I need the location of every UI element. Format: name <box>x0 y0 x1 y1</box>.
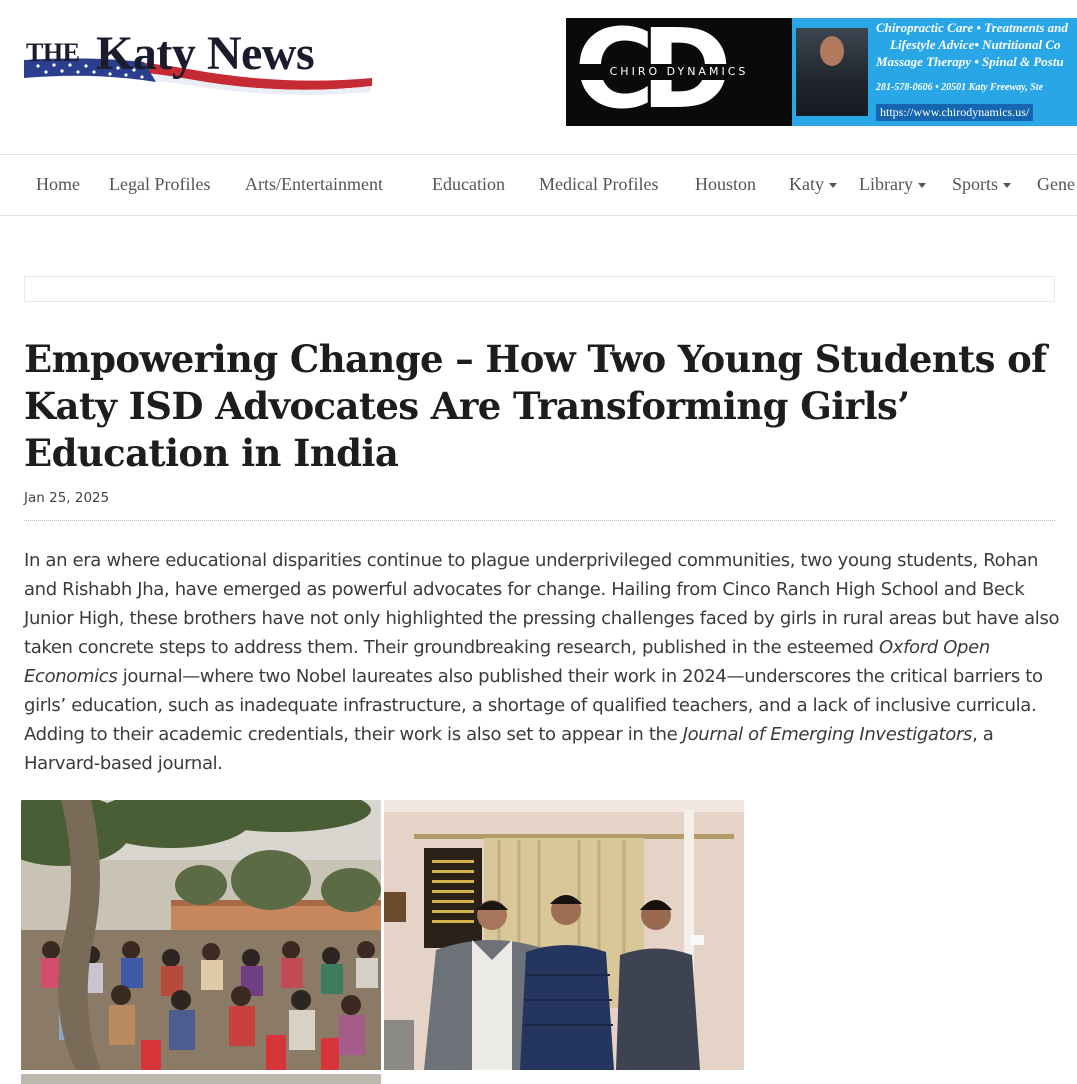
nav-item-general[interactable]: Gene <box>1037 174 1075 195</box>
nav-item-label: Medical Profiles <box>539 174 659 194</box>
article-photo-village-gathering[interactable] <box>21 800 381 1070</box>
title-divider <box>24 520 1055 521</box>
chevron-down-icon <box>1003 183 1012 189</box>
nav-item-label: Home <box>36 174 80 194</box>
ad-brand-name: CHIRO DYNAMICS <box>566 64 792 80</box>
ad-contact-line: 281-578-0606 • 20501 Katy Freeway, Ste <box>876 82 1044 93</box>
journal-name-jei: Journal of Emerging Investigators <box>682 724 973 745</box>
ad-info-panel: Chiropractic Care • Treatments and Lifes… <box>792 18 1077 126</box>
site-logo[interactable]: THE Katy News <box>24 27 374 100</box>
article-title: Empowering Change – How Two Young Studen… <box>24 337 1047 475</box>
ad-doctor-photo <box>796 28 868 116</box>
nav-item-label: Katy <box>789 174 824 194</box>
logo-name-text: Katy News <box>96 27 315 80</box>
nav-item-label: Gene <box>1037 174 1075 194</box>
article-photo-office-group[interactable] <box>384 800 744 1070</box>
nav-item-label: Sports <box>952 174 999 194</box>
logo-the-text: THE <box>26 38 80 67</box>
nav-item-medical-profiles[interactable]: Medical Profiles <box>539 174 658 195</box>
nav-item-houston[interactable]: Houston <box>695 174 756 195</box>
office-group-illustration <box>384 800 744 1070</box>
nav-item-label: Houston <box>695 174 757 194</box>
nav-item-legal-profiles[interactable]: Legal Profiles <box>109 174 210 195</box>
article-photo-partial <box>21 1074 381 1084</box>
ad-doctor-face <box>820 36 844 66</box>
village-gathering-illustration <box>21 800 381 1070</box>
ad-logo-panel: CD CHIRO DYNAMICS <box>566 18 792 126</box>
nav-item-label: Library <box>859 174 913 194</box>
nav-item-sports[interactable]: Sports <box>952 174 1012 195</box>
article-date: Jan 25, 2025 <box>24 490 110 506</box>
nav-item-katy[interactable]: Katy <box>789 174 837 195</box>
nav-item-arts-entertainment[interactable]: Arts/Entertainment <box>245 174 383 195</box>
empty-ad-slot <box>24 276 1055 302</box>
ad-url-link[interactable]: https://www.chirodynamics.us/ <box>876 104 1034 121</box>
nav-item-label: Education <box>432 174 505 194</box>
nav-item-label: Arts/Entertainment <box>245 174 383 194</box>
site-header: THE Katy News CD CHIRO DYNAMICS Chiropra… <box>0 0 1077 154</box>
ad-services-line-1: Chiropractic Care • Treatments and <box>876 20 1068 35</box>
main-navigation: Home Legal Profiles Arts/Entertainment E… <box>0 154 1077 216</box>
nav-item-education[interactable]: Education <box>432 174 505 195</box>
chevron-down-icon <box>829 183 837 189</box>
ad-services-line-2: Lifestyle Advice• Nutritional Co <box>890 37 1061 52</box>
nav-item-library[interactable]: Library <box>859 174 926 195</box>
article-paragraph: In an era where educational disparities … <box>24 546 1064 778</box>
nav-item-home[interactable]: Home <box>36 174 80 195</box>
nav-item-label: Legal Profiles <box>109 174 211 194</box>
chiro-dynamics-ad-banner[interactable]: CD CHIRO DYNAMICS Chiropractic Care • Tr… <box>566 18 1077 126</box>
ad-services-line-3: Massage Therapy • Spinal & Postu <box>876 54 1064 69</box>
chevron-down-icon <box>917 183 926 189</box>
